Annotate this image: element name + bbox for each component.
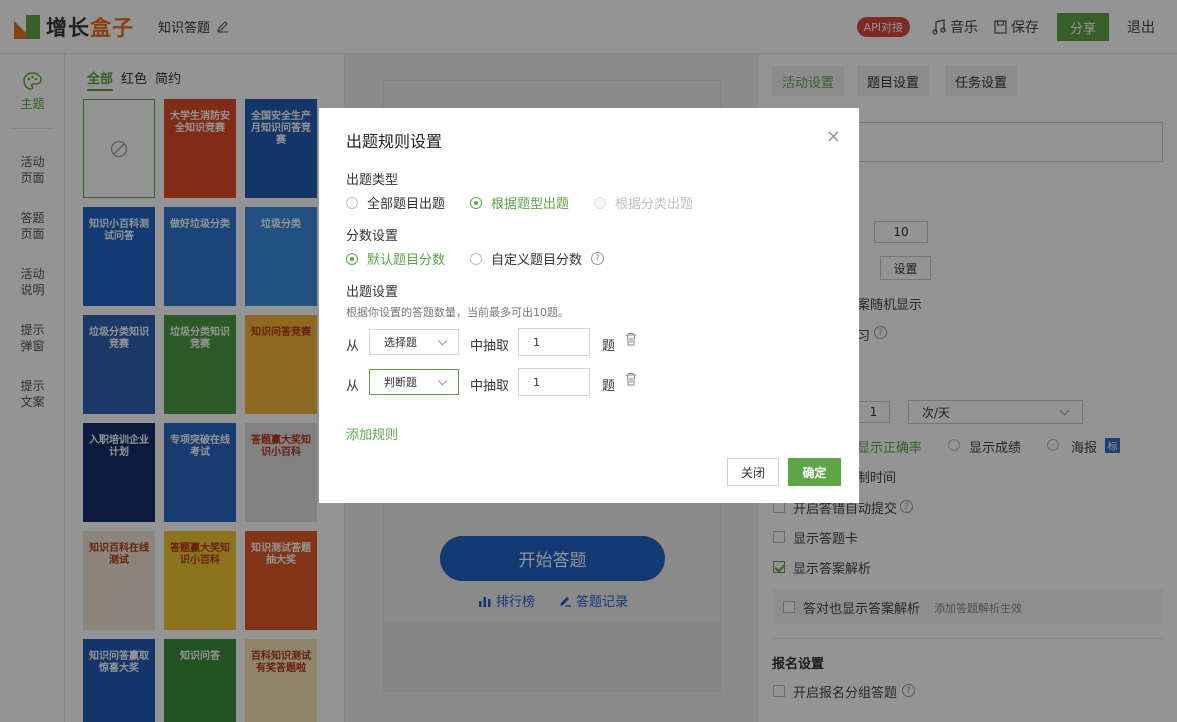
radio-icon	[346, 196, 358, 209]
rule-settings-label: 出题设置	[346, 285, 399, 300]
extract-count-value: 1	[533, 375, 540, 389]
chevron-down-icon	[437, 335, 448, 346]
rule-hint: 根据你设置的答题数量，当前最多可出10题。	[346, 306, 569, 319]
rule-row: 从 选择题 中抽取 1 题	[346, 328, 646, 357]
type-all-option[interactable]: 全部题目出题	[346, 193, 445, 212]
help-icon[interactable]: ?	[591, 252, 605, 265]
extract-count-input[interactable]: 1	[518, 368, 590, 396]
add-rule-link[interactable]: 添加规则	[346, 424, 398, 443]
score-settings-label: 分数设置	[346, 229, 399, 244]
extract-label: 中抽取	[470, 339, 510, 354]
score-default-option[interactable]: 默认题目分数	[346, 249, 445, 268]
trash-icon[interactable]	[625, 332, 637, 346]
score-custom-option[interactable]: 自定义题目分数 ?	[470, 249, 605, 268]
unit-label: 题	[602, 339, 616, 354]
radio-icon	[470, 252, 482, 265]
radio-checked-icon	[470, 196, 482, 209]
from-label: 从	[346, 339, 360, 354]
close-button[interactable]: 关闭	[727, 458, 779, 486]
type-by-category-label: 根据分类出题	[615, 197, 694, 212]
chevron-down-icon	[437, 375, 448, 386]
radio-icon	[594, 196, 606, 209]
type-by-category-option: 根据分类出题	[594, 193, 693, 212]
trash-icon[interactable]	[625, 372, 637, 386]
question-type-label: 出题类型	[346, 173, 399, 188]
extract-label: 中抽取	[470, 379, 510, 394]
dialog-title: 出题规则设置	[346, 132, 443, 151]
rule-row: 从 判断题 中抽取 1 题	[346, 368, 646, 397]
unit-label: 题	[602, 379, 616, 394]
question-type-value: 选择题	[384, 336, 417, 349]
question-type-select[interactable]: 选择题	[369, 329, 459, 355]
confirm-button[interactable]: 确定	[788, 458, 841, 486]
extract-count-input[interactable]: 1	[518, 328, 590, 356]
radio-checked-icon	[346, 252, 358, 265]
type-by-kind-label: 根据题型出题	[491, 197, 570, 212]
close-icon[interactable]: ×	[826, 128, 841, 146]
type-all-label: 全部题目出题	[367, 197, 446, 212]
rule-settings-dialog: 出题规则设置 × 出题类型 全部题目出题 根据题型出题 根据分类出题 分数设置 …	[319, 108, 859, 503]
from-label: 从	[346, 379, 360, 394]
score-default-label: 默认题目分数	[367, 253, 446, 268]
type-by-kind-option[interactable]: 根据题型出题	[470, 193, 569, 212]
question-type-value: 判断题	[384, 376, 417, 389]
score-custom-label: 自定义题目分数	[491, 253, 583, 268]
question-type-select[interactable]: 判断题	[369, 369, 459, 395]
extract-count-value: 1	[533, 335, 540, 349]
